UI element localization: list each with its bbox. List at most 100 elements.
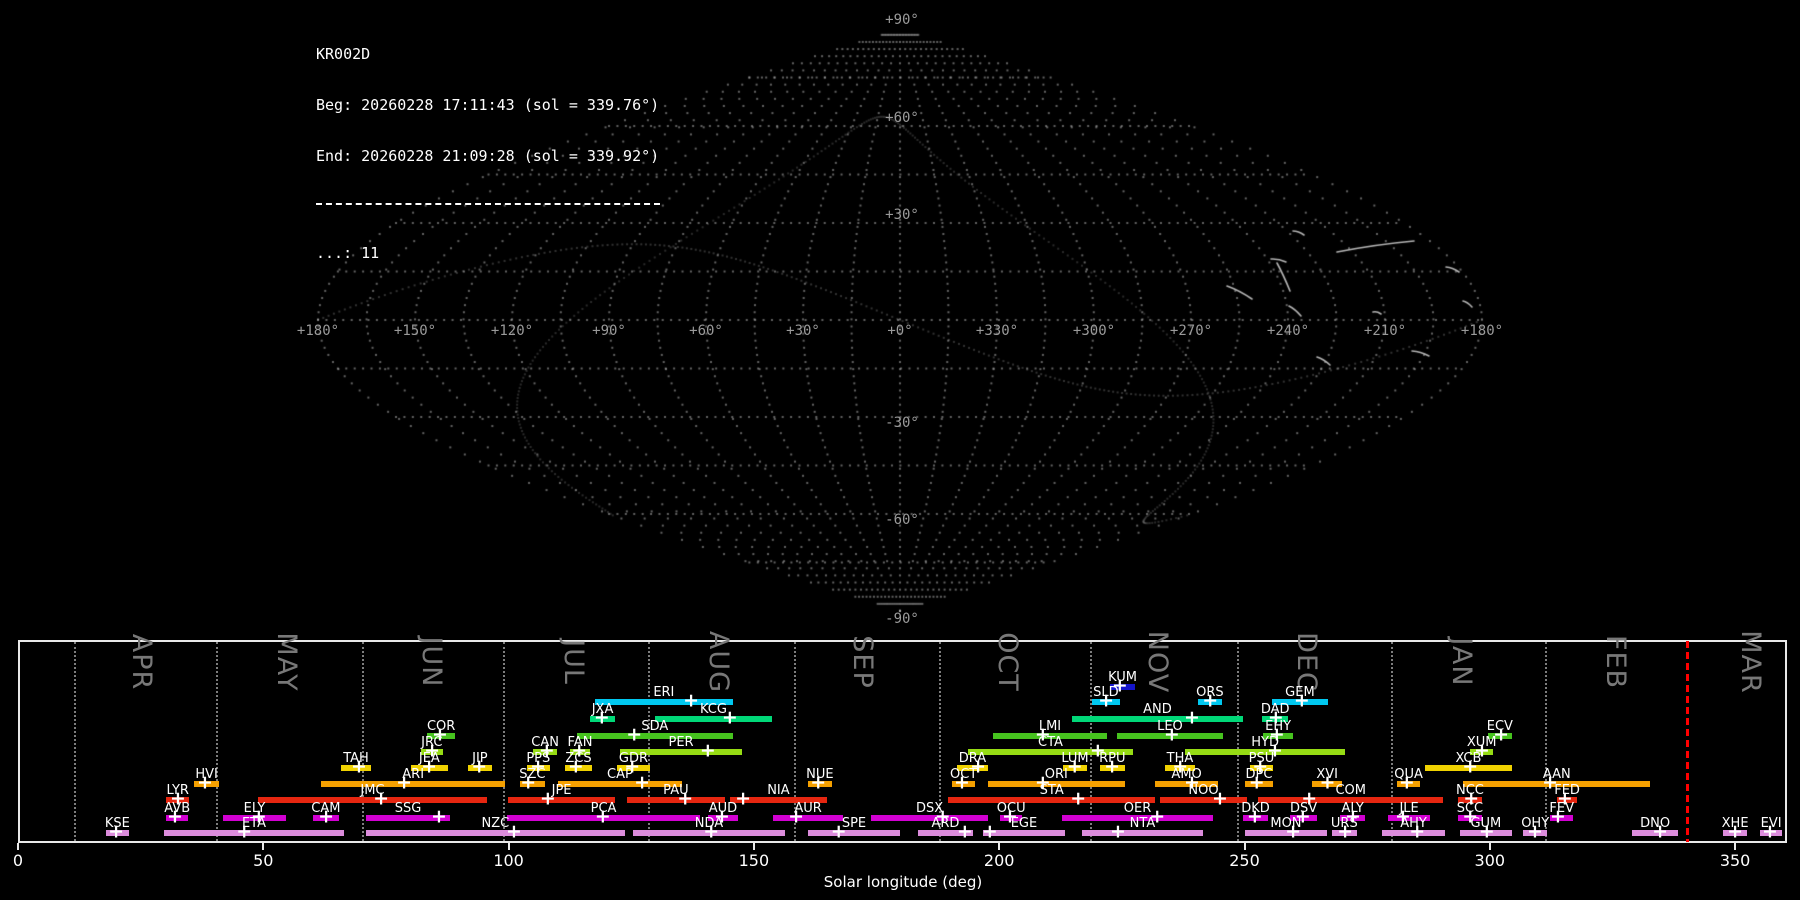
map-dec-label: -30° <box>885 415 919 431</box>
shower-peak-marker: + <box>108 820 125 843</box>
map-lon-label: +0° <box>887 323 913 339</box>
shower-peak-marker: + <box>1526 820 1543 843</box>
shower-peak-marker: + <box>373 787 389 810</box>
shower-peak-marker: + <box>1163 723 1180 746</box>
month-label: MAR <box>1735 630 1767 694</box>
shower-peak-marker: + <box>1212 787 1228 810</box>
map-lon-label: +60° <box>689 323 723 339</box>
x-axis-title: Solar longitude (deg) <box>823 873 983 891</box>
shower-label: SDA <box>641 719 669 734</box>
shower-peak-marker: + <box>520 771 537 794</box>
shower-peak-marker: + <box>1398 771 1415 794</box>
shower-peak-marker: + <box>1246 805 1263 828</box>
month-boundary-line <box>1544 642 1547 841</box>
header-separator <box>316 203 660 205</box>
sky-map-canvas <box>0 0 1800 632</box>
shower-peak-marker: + <box>1184 706 1200 729</box>
shower-peak-marker: + <box>953 771 970 794</box>
month-label: JUL <box>557 639 589 685</box>
shower-peak-marker: + <box>699 739 716 762</box>
shower-peak-marker: + <box>167 805 183 828</box>
shower-peak-marker: + <box>1337 820 1354 843</box>
shower-label: STA <box>1039 783 1064 798</box>
map-lon-label: +90° <box>592 323 626 339</box>
shower-label: SSG <box>394 801 422 816</box>
month-boundary-line <box>73 642 76 841</box>
shower-label: NTA <box>1129 816 1156 831</box>
shower-peak-marker: + <box>1104 755 1120 778</box>
shower-peak-marker: + <box>1550 805 1566 828</box>
shower-peak-marker: + <box>1478 820 1495 843</box>
axis-tick-label: 50 <box>253 851 274 870</box>
shower-peak-marker: + <box>1070 787 1087 810</box>
shower-peak-marker: + <box>677 787 694 810</box>
shower-peak-marker: + <box>1248 771 1265 794</box>
shower-peak-marker: + <box>634 771 650 794</box>
month-boundary-line <box>215 642 218 841</box>
axis-tick <box>17 843 19 850</box>
month-boundary-line <box>647 642 650 841</box>
shower-peak-marker: + <box>471 755 488 778</box>
month-label: FEB <box>1600 634 1632 690</box>
shower-label: ERI <box>653 685 675 700</box>
shower-peak-marker: + <box>593 706 610 729</box>
month-boundary-line <box>503 642 506 841</box>
shower-peak-marker: + <box>703 820 720 843</box>
shower-peak-marker: + <box>1202 689 1219 712</box>
map-lon-label: +150° <box>393 323 437 339</box>
shower-peak-marker: + <box>1293 689 1310 712</box>
axis-tick <box>1734 843 1737 850</box>
axis-tick <box>262 843 265 850</box>
month-label: OCT <box>992 632 1023 692</box>
map-dec-label: +30° <box>885 207 919 223</box>
shower-peak-marker: + <box>683 689 700 712</box>
shower-peak-marker: + <box>1319 771 1336 794</box>
shower-label: NIA <box>767 783 790 798</box>
shower-peak-marker: + <box>626 723 643 746</box>
month-boundary-line <box>1390 642 1393 841</box>
shower-label: CAP <box>607 767 633 782</box>
shower-peak-marker: + <box>981 820 998 843</box>
shower-peak-marker: + <box>1098 689 1115 712</box>
observation-header: KR002D Beg: 20260228 17:11:43 (sol = 339… <box>316 12 660 279</box>
shower-peak-marker: + <box>1285 820 1302 843</box>
shower-peak-marker: + <box>1109 820 1126 843</box>
month-boundary-line <box>1237 642 1240 841</box>
begin-time: Beg: 20260228 17:11:43 (sol = 339.76°) <box>316 96 660 114</box>
axis-tick-label: 250 <box>1229 851 1260 870</box>
station-id: KR002D <box>316 45 371 63</box>
shower-label: OER <box>1123 801 1152 816</box>
shower-label: ARD <box>931 816 960 831</box>
axis-tick <box>752 843 755 850</box>
meteor-count: ...: 11 <box>316 244 380 262</box>
shower-peak-marker: + <box>735 787 752 810</box>
shower-peak-marker: + <box>956 820 973 843</box>
shower-label: EGE <box>1010 816 1038 831</box>
shower-peak-marker: + <box>788 805 805 828</box>
map-lon-label: +330° <box>975 323 1019 339</box>
shower-peak-marker: + <box>1462 755 1479 778</box>
shower-label: CTA <box>1038 735 1063 750</box>
month-label: AUG <box>702 630 734 694</box>
map-lon-label: +180° <box>296 323 340 339</box>
shower-label: PER <box>668 735 694 750</box>
map-lon-label: +270° <box>1169 323 1213 339</box>
axis-tick-label: 150 <box>738 851 770 870</box>
shower-peak-marker: + <box>506 820 522 843</box>
map-lon-label: +210° <box>1363 323 1407 339</box>
shower-peak-marker: + <box>1727 820 1744 843</box>
end-time: End: 20260228 21:09:28 (sol = 339.92°) <box>316 147 660 165</box>
map-lon-label: +180° <box>1460 323 1504 339</box>
shower-peak-marker: + <box>430 805 447 828</box>
shower-peak-marker: + <box>196 771 213 794</box>
shower-peak-marker: + <box>318 805 335 828</box>
shower-peak-marker: + <box>1066 755 1083 778</box>
axis-tick-label: 0 <box>12 851 24 870</box>
map-dec-label: +90° <box>885 12 919 28</box>
shower-peak-marker: + <box>594 805 611 828</box>
shower-label: COM <box>1335 783 1366 798</box>
shower-peak-marker: + <box>721 706 738 729</box>
month-label: SEP <box>847 635 879 689</box>
shower-peak-marker: + <box>1409 820 1426 843</box>
axis-tick-label: 350 <box>1719 851 1751 870</box>
